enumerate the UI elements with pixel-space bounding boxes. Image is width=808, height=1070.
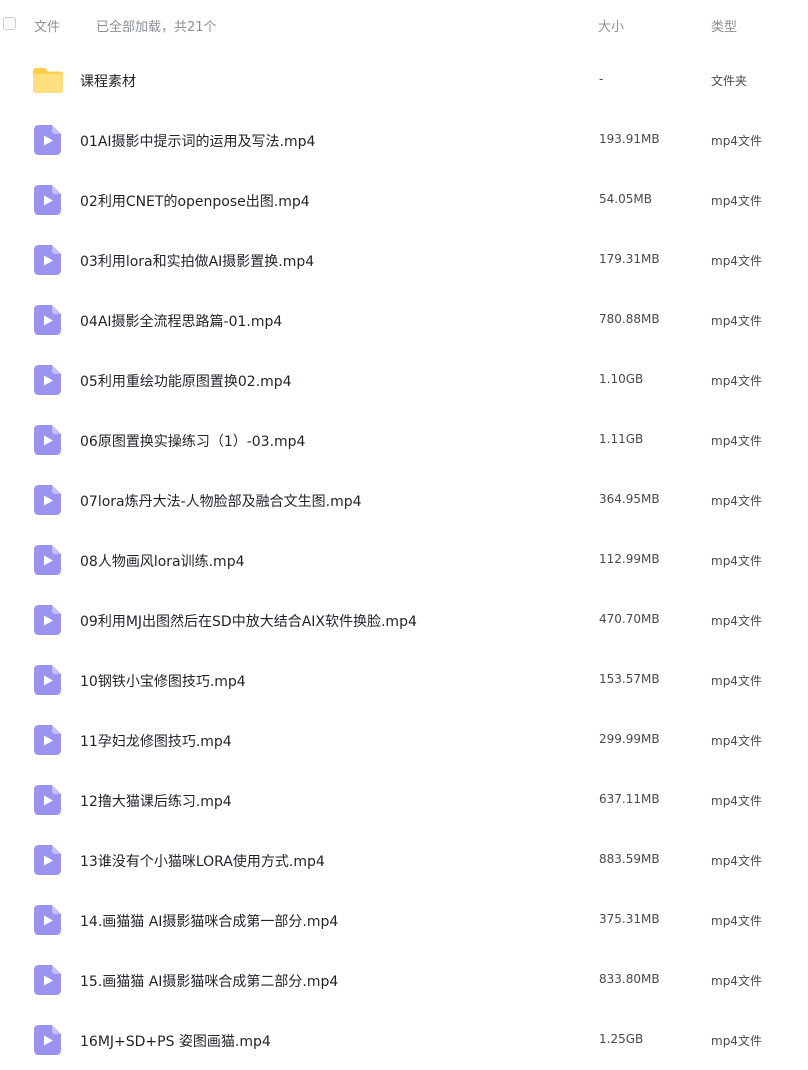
- file-name[interactable]: 05利用重绘功能原图置换02.mp4: [80, 371, 292, 391]
- file-name[interactable]: 04AI摄影全流程思路篇-01.mp4: [80, 311, 282, 331]
- load-status-text: 已全部加载，共21个: [96, 20, 217, 35]
- file-row[interactable]: 01AI摄影中提示词的运用及写法.mp4 193.91MB mp4文件: [0, 110, 808, 170]
- file-row[interactable]: 05利用重绘功能原图置换02.mp4 1.10GB mp4文件: [0, 350, 808, 410]
- file-size: 179.31MB: [599, 252, 660, 266]
- file-type: mp4文件: [711, 374, 762, 388]
- file-type: mp4文件: [711, 194, 762, 208]
- file-type: mp4文件: [711, 674, 762, 688]
- file-name[interactable]: 02利用CNET的openpose出图.mp4: [80, 191, 310, 211]
- file-row[interactable]: 04AI摄影全流程思路篇-01.mp4 780.88MB mp4文件: [0, 290, 808, 350]
- file-size: 54.05MB: [599, 192, 652, 206]
- file-name[interactable]: 15.画猫猫 AI摄影猫咪合成第二部分.mp4: [80, 971, 338, 991]
- select-all-checkbox[interactable]: [3, 17, 16, 30]
- file-row[interactable]: 15.画猫猫 AI摄影猫咪合成第二部分.mp4 833.80MB mp4文件: [0, 950, 808, 1010]
- folder-icon: [32, 66, 63, 96]
- video-file-icon: [34, 245, 62, 275]
- file-name[interactable]: 14.画猫猫 AI摄影猫咪合成第一部分.mp4: [80, 911, 338, 931]
- file-type: mp4文件: [711, 434, 762, 448]
- file-type: mp4文件: [711, 554, 762, 568]
- file-row[interactable]: 09利用MJ出图然后在SD中放大结合AIX软件换脸.mp4 470.70MB mp4…: [0, 590, 808, 650]
- file-type: mp4文件: [711, 494, 762, 508]
- file-size: 375.31MB: [599, 912, 660, 926]
- file-type: mp4文件: [711, 1034, 762, 1048]
- video-file-icon: [34, 1025, 62, 1055]
- file-name[interactable]: 13谁没有个小猫咪LORA使用方式.mp4: [80, 851, 325, 871]
- column-header-type[interactable]: 类型: [711, 16, 737, 35]
- video-file-icon: [34, 485, 62, 515]
- video-file-icon: [34, 425, 62, 455]
- file-name[interactable]: 12撸大猫课后练习.mp4: [80, 791, 232, 811]
- file-row[interactable]: 08人物画风lora训练.mp4 112.99MB mp4文件: [0, 530, 808, 590]
- file-row[interactable]: 课程素材 - 文件夹: [0, 50, 808, 110]
- file-size: 637.11MB: [599, 792, 660, 806]
- file-name[interactable]: 03利用lora和实拍做AI摄影置换.mp4: [80, 251, 314, 271]
- file-row[interactable]: 03利用lora和实拍做AI摄影置换.mp4 179.31MB mp4文件: [0, 230, 808, 290]
- file-row[interactable]: 06原图置换实操练习（1）-03.mp4 1.11GB mp4文件: [0, 410, 808, 470]
- file-name[interactable]: 06原图置换实操练习（1）-03.mp4: [80, 431, 305, 451]
- video-file-icon: [34, 605, 62, 635]
- file-type: mp4文件: [711, 974, 762, 988]
- video-file-icon: [34, 965, 62, 995]
- file-row[interactable]: 16MJ+SD+PS 姿图画猫.mp4 1.25GB mp4文件: [0, 1010, 808, 1070]
- video-file-icon: [34, 365, 62, 395]
- column-header-size[interactable]: 大小: [598, 16, 624, 35]
- file-row[interactable]: 11孕妇龙修图技巧.mp4 299.99MB mp4文件: [0, 710, 808, 770]
- video-file-icon: [34, 665, 62, 695]
- file-type: mp4文件: [711, 134, 762, 148]
- file-type: mp4文件: [711, 794, 762, 808]
- video-file-icon: [34, 125, 62, 155]
- file-size: 364.95MB: [599, 492, 660, 506]
- file-size: 299.99MB: [599, 732, 660, 746]
- file-name[interactable]: 11孕妇龙修图技巧.mp4: [80, 731, 232, 751]
- column-header-name[interactable]: 文件: [34, 16, 60, 35]
- file-name[interactable]: 08人物画风lora训练.mp4: [80, 551, 245, 571]
- file-row[interactable]: 07lora炼丹大法-人物脸部及融合文生图.mp4 364.95MB mp4文件: [0, 470, 808, 530]
- file-type: 文件夹: [711, 74, 748, 88]
- file-type: mp4文件: [711, 614, 762, 628]
- file-size: -: [599, 72, 604, 86]
- file-name[interactable]: 07lora炼丹大法-人物脸部及融合文生图.mp4: [80, 491, 362, 511]
- video-file-icon: [34, 905, 62, 935]
- file-type: mp4文件: [711, 734, 762, 748]
- file-row[interactable]: 13谁没有个小猫咪LORA使用方式.mp4 883.59MB mp4文件: [0, 830, 808, 890]
- video-file-icon: [34, 845, 62, 875]
- file-list-header: 文件 已全部加载，共21个 大小 类型: [0, 0, 808, 48]
- video-file-icon: [34, 545, 62, 575]
- video-file-icon: [34, 185, 62, 215]
- file-size: 153.57MB: [599, 672, 660, 686]
- video-file-icon: [34, 725, 62, 755]
- file-type: mp4文件: [711, 254, 762, 268]
- file-size: 833.80MB: [599, 972, 660, 986]
- file-row[interactable]: 14.画猫猫 AI摄影猫咪合成第一部分.mp4 375.31MB mp4文件: [0, 890, 808, 950]
- file-size: 193.91MB: [599, 132, 660, 146]
- file-name[interactable]: 10钢铁小宝修图技巧.mp4: [80, 671, 246, 691]
- file-size: 112.99MB: [599, 552, 660, 566]
- file-name[interactable]: 01AI摄影中提示词的运用及写法.mp4: [80, 131, 315, 151]
- file-size: 883.59MB: [599, 852, 660, 866]
- video-file-icon: [34, 305, 62, 335]
- file-row[interactable]: 02利用CNET的openpose出图.mp4 54.05MB mp4文件: [0, 170, 808, 230]
- file-name[interactable]: 课程素材: [80, 71, 136, 91]
- file-row[interactable]: 10钢铁小宝修图技巧.mp4 153.57MB mp4文件: [0, 650, 808, 710]
- file-type: mp4文件: [711, 914, 762, 928]
- video-file-icon: [34, 785, 62, 815]
- file-list: 课程素材 - 文件夹 01AI摄影中提示词的运用及写法.mp4 193.91MB mp4文…: [0, 50, 808, 1070]
- file-size: 1.11GB: [599, 432, 644, 446]
- file-size: 1.10GB: [599, 372, 644, 386]
- file-type: mp4文件: [711, 314, 762, 328]
- file-size: 1.25GB: [599, 1032, 644, 1046]
- file-size: 780.88MB: [599, 312, 660, 326]
- file-name[interactable]: 16MJ+SD+PS 姿图画猫.mp4: [80, 1031, 271, 1051]
- file-type: mp4文件: [711, 854, 762, 868]
- file-name[interactable]: 09利用MJ出图然后在SD中放大结合AIX软件换脸.mp4: [80, 611, 417, 631]
- file-size: 470.70MB: [599, 612, 660, 626]
- file-row[interactable]: 12撸大猫课后练习.mp4 637.11MB mp4文件: [0, 770, 808, 830]
